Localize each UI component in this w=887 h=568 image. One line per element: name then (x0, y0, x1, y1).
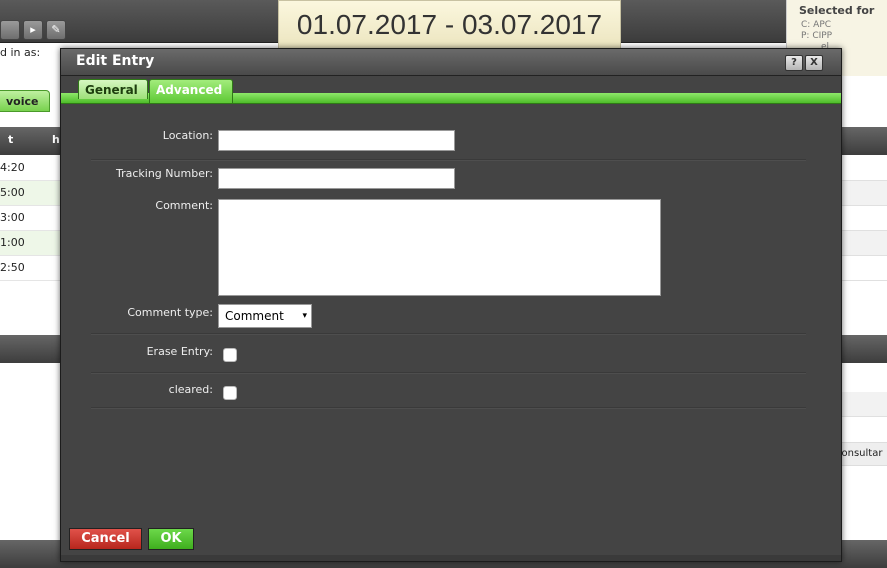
row-divider (91, 407, 806, 409)
help-icon[interactable]: ? (785, 55, 803, 71)
toolbar-button[interactable] (0, 20, 20, 40)
table-row[interactable]: 1:00 (0, 231, 60, 256)
selected-line: P: CIPP (801, 31, 833, 41)
close-icon[interactable]: X (805, 55, 823, 71)
tracking-number-label: Tracking Number: (116, 167, 213, 180)
list-item (835, 392, 887, 417)
cleared-checkbox[interactable] (223, 386, 237, 400)
comment-textarea[interactable] (218, 199, 661, 296)
tab-invoice[interactable]: voice (0, 90, 50, 112)
location-label: Location: (162, 129, 213, 142)
wrench-icon[interactable]: ✎ (46, 20, 66, 40)
tab-advanced[interactable]: Advanced (149, 79, 233, 103)
table-row[interactable]: 2:50 (0, 256, 60, 281)
erase-entry-checkbox[interactable] (223, 348, 237, 362)
comment-label: Comment: (155, 199, 213, 212)
table-row[interactable]: 5:00 (0, 181, 60, 206)
table-row[interactable]: 3:00 (0, 206, 60, 231)
date-range-text: 01.07.2017 - 03.07.2017 (296, 9, 603, 40)
edit-entry-dialog: Edit Entry ? X General Advanced Location… (60, 48, 842, 562)
row-divider (91, 333, 806, 335)
ok-button[interactable]: OK (148, 528, 194, 550)
selected-line: C: APC (801, 20, 832, 30)
selected-title: Selected for (799, 4, 875, 17)
row-divider (91, 159, 806, 161)
date-range-panel: 01.07.2017 - 03.07.2017 (278, 0, 621, 50)
location-input[interactable] (218, 130, 455, 151)
table-row (835, 231, 887, 256)
table-row[interactable]: 4:20 (0, 156, 60, 181)
comment-type-label: Comment type: (127, 306, 213, 319)
tab-general[interactable]: General (78, 79, 148, 99)
play-icon[interactable]: ▸ (23, 20, 43, 40)
tracking-number-input[interactable] (218, 168, 455, 189)
row-divider (91, 372, 806, 374)
table-row (835, 181, 887, 206)
consultant-cell: consultar (835, 442, 887, 466)
dropdown-arrow-icon: ▾ (302, 311, 307, 321)
table-row (835, 256, 887, 281)
table-row (835, 156, 887, 181)
erase-entry-label: Erase Entry: (146, 345, 213, 358)
toolbar-button-group: ▸ ✎ (0, 20, 66, 42)
comment-type-value: Comment (225, 309, 284, 323)
dialog-titlebar[interactable]: Edit Entry ? X (61, 49, 841, 76)
cleared-label: cleared: (168, 383, 213, 396)
comment-type-select[interactable]: Comment ▾ (218, 304, 312, 328)
column-header: t (8, 133, 14, 146)
dialog-title: Edit Entry (76, 53, 155, 69)
cancel-button[interactable]: Cancel (69, 528, 142, 550)
dialog-footer (61, 555, 841, 561)
table-row (835, 206, 887, 231)
logged-in-label: d in as: (0, 46, 41, 59)
column-header: h (52, 133, 60, 146)
